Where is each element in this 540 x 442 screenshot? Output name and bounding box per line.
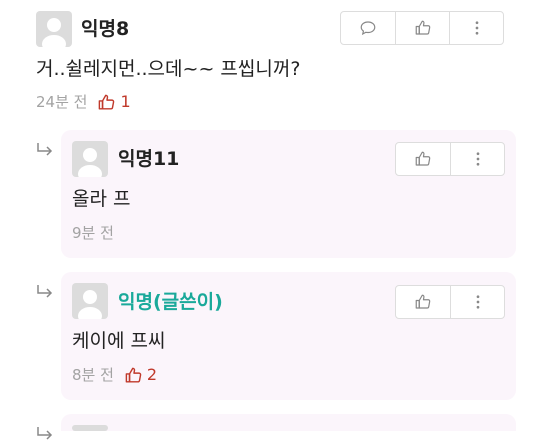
more-button[interactable] [449,12,503,44]
reply-arrow-icon [37,285,53,298]
like-button[interactable] [396,286,450,318]
like-count-value: 2 [146,365,158,384]
comment-time: 8분 전 [72,366,114,384]
comment-time: 24분 전 [36,93,88,111]
comment-icon [360,21,376,36]
comment-time: 9분 전 [72,224,114,242]
comment-author[interactable]: 익명8 [81,17,129,41]
thumbs-up-icon [415,294,431,309]
comment-meta: 24분 전 1 [36,92,131,112]
avatar [72,283,108,319]
like-button[interactable] [395,12,449,44]
comment-actions [395,142,505,176]
comment-author[interactable]: 익명(글쓴이) [118,290,223,314]
comment-meta: 9분 전 [72,223,114,243]
more-vertical-icon [475,21,478,35]
reply-arrow-icon [37,427,53,440]
reply-item [61,414,516,431]
more-vertical-icon [476,152,479,166]
thumbs-up-icon [125,367,142,383]
comment-text: 케이에 프씨 [72,330,166,352]
reply-arrow-icon [37,143,53,156]
comment-meta: 8분 전 2 [72,365,157,385]
more-button[interactable] [450,286,504,318]
thumbs-up-icon [415,151,431,166]
more-button[interactable] [450,143,504,175]
reply-button[interactable] [341,12,395,44]
reply-item: 익명11 올라 프 9분 전 [61,130,516,258]
like-count[interactable]: 2 [124,365,157,385]
more-vertical-icon [476,295,479,309]
like-count[interactable]: 1 [97,92,131,112]
like-button[interactable] [396,143,450,175]
comment-actions [395,285,505,319]
avatar [72,425,108,431]
thumbs-up-icon [415,20,430,35]
comment-text: 올라 프 [72,188,131,210]
thumbs-up-icon [99,94,115,110]
avatar [72,141,108,177]
like-count-value: 1 [120,92,131,111]
avatar [36,11,72,47]
comment-text: 거..쉴레지먼..으데~~ 프씹니꺼? [36,58,301,80]
reply-item: 익명(글쓴이) 케이에 프씨 8분 전 2 [61,272,516,400]
comment-author[interactable]: 익명11 [118,147,179,171]
comment-actions [340,11,504,45]
